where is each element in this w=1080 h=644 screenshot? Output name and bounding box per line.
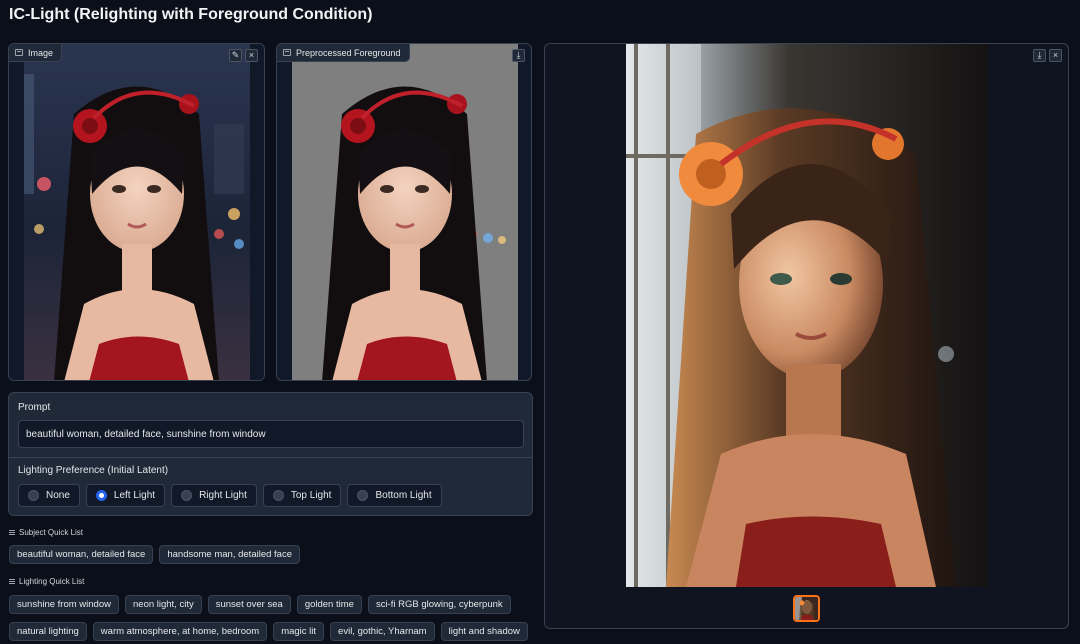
pencil-icon[interactable]: ✎ [229, 49, 242, 62]
radio-top-light[interactable]: Top Light [262, 484, 342, 507]
image-icon [283, 49, 291, 56]
download-icon[interactable]: ⤓ [1033, 49, 1046, 62]
lighting-chip[interactable]: golden time [296, 595, 362, 614]
lighting-chip[interactable]: warm atmosphere, at home, bedroom [92, 622, 268, 641]
lighting-chip[interactable]: sunshine from window [9, 595, 119, 614]
list-icon [9, 579, 15, 584]
prompt-input[interactable]: beautiful woman, detailed face, sunshine… [18, 420, 524, 448]
foreground-label-text: Preprocessed Foreground [296, 47, 401, 58]
radio-right-light[interactable]: Right Light [171, 484, 257, 507]
radio-label: Bottom Light [375, 490, 432, 501]
subject-quick-list-label: Subject Quick List [9, 528, 83, 537]
lighting-chip[interactable]: magic lit [273, 622, 325, 641]
radio-label: Right Light [199, 490, 247, 501]
radio-bottom-light[interactable]: Bottom Light [347, 484, 442, 507]
radio-label: Top Light [290, 490, 332, 501]
lighting-chip[interactable]: evil, gothic, Yharnam [330, 622, 435, 641]
radio-dot [28, 490, 39, 501]
lighting-chip[interactable]: light and shadow [440, 622, 528, 641]
output-thumbnail[interactable] [793, 595, 820, 622]
input-image [24, 44, 250, 380]
radio-dot [181, 490, 193, 501]
subject-list-title: Subject Quick List [19, 528, 84, 537]
lighting-quick-list-row-1: sunshine from window neon light, city su… [9, 595, 511, 614]
close-icon[interactable]: × [245, 49, 258, 62]
subject-quick-list: beautiful woman, detailed face handsome … [9, 545, 300, 564]
list-icon [9, 530, 15, 535]
prompt-settings-panel: Prompt beautiful woman, detailed face, s… [8, 392, 533, 516]
page-title: IC-Light (Relighting with Foreground Con… [9, 6, 373, 23]
radio-dot [357, 490, 369, 501]
lighting-preference-label: Lighting Preference (Initial Latent) [18, 465, 169, 476]
subject-chip[interactable]: handsome man, detailed face [159, 545, 300, 564]
close-icon[interactable]: × [1049, 49, 1062, 62]
lighting-chip[interactable]: natural lighting [9, 622, 87, 641]
lighting-chip[interactable]: sunset over sea [207, 595, 291, 614]
radio-left-light[interactable]: Left Light [85, 484, 166, 507]
lighting-list-title: Lighting Quick List [19, 577, 85, 586]
image-upload-panel[interactable]: Image ✎ × [8, 43, 265, 381]
lighting-chip[interactable]: sci-fi RGB glowing, cyberpunk [367, 595, 511, 614]
prompt-label: Prompt [18, 402, 51, 413]
foreground-image [292, 44, 518, 380]
lighting-quick-list-row-2: natural lighting warm atmosphere, at hom… [9, 622, 528, 641]
output-image[interactable] [626, 44, 988, 587]
preprocessed-foreground-panel: Preprocessed Foreground ⤓ [276, 43, 532, 381]
output-gallery-panel: ⤓ × [544, 43, 1069, 629]
radio-dot [272, 490, 284, 501]
lighting-quick-list-label: Lighting Quick List [9, 577, 84, 586]
radio-label: Left Light [113, 490, 156, 501]
download-icon[interactable]: ⤓ [512, 49, 525, 62]
image-icon [15, 49, 23, 56]
image-panel-label: Image [9, 44, 63, 62]
radio-dot [95, 490, 107, 501]
lighting-radio-group: None Left Light Right Light Top Light Bo… [18, 484, 442, 507]
radio-none[interactable]: None [18, 484, 80, 507]
radio-label: None [46, 490, 70, 501]
divider [9, 457, 532, 458]
lighting-chip[interactable]: neon light, city [125, 595, 202, 614]
image-label-text: Image [28, 47, 54, 58]
subject-chip[interactable]: beautiful woman, detailed face [9, 545, 154, 564]
foreground-panel-label: Preprocessed Foreground [277, 44, 410, 62]
